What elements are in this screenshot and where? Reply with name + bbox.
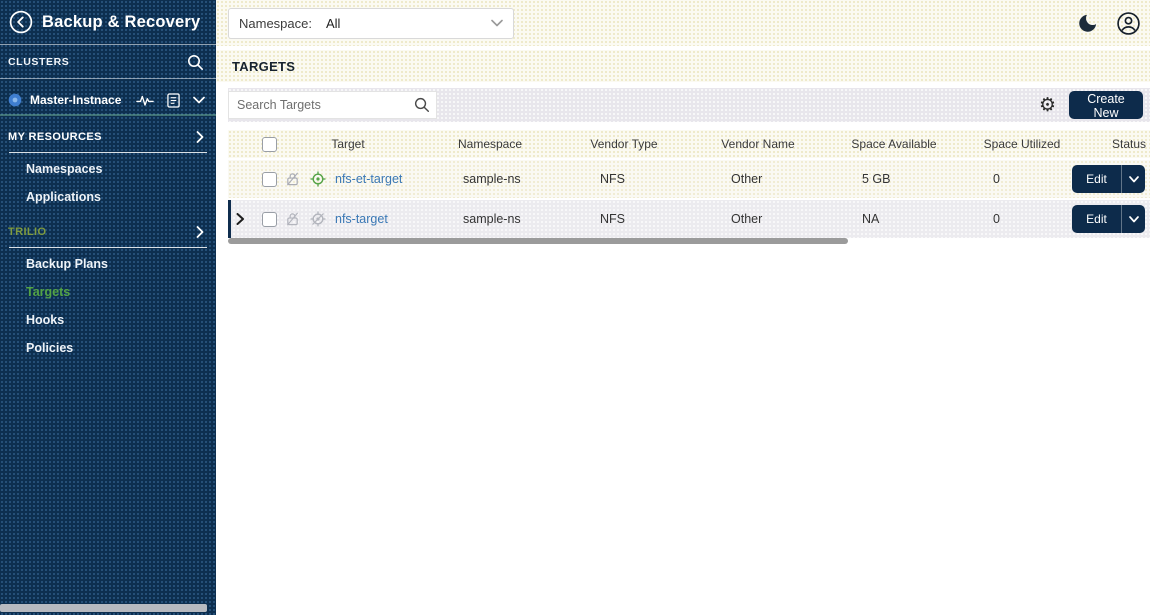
search-icon	[413, 96, 430, 113]
cell-space-available: 5 GB	[862, 172, 891, 186]
main-content: Namespace: All TARGETS	[216, 0, 1150, 615]
app-title: Backup & Recovery	[42, 13, 200, 32]
sidebar-item-backup-plans[interactable]: Backup Plans	[0, 250, 216, 278]
cell-namespace: sample-ns	[463, 172, 521, 186]
encryption-disabled-icon	[285, 171, 300, 187]
user-avatar-icon[interactable]	[1116, 11, 1141, 36]
chevron-down-icon[interactable]	[193, 96, 205, 104]
edit-button-label[interactable]: Edit	[1072, 172, 1121, 186]
column-header-vendor-type[interactable]: Vendor Type	[590, 137, 657, 151]
edit-split-button[interactable]: Edit	[1072, 205, 1145, 233]
table-toolbar: ⚙ Create New	[228, 88, 1150, 122]
cell-space-utilized: 0	[993, 172, 1000, 186]
settings-gear-icon[interactable]: ⚙	[1039, 96, 1056, 115]
row-checkbox[interactable]	[262, 172, 277, 187]
search-input[interactable]	[228, 91, 437, 119]
sidebar-header: Backup & Recovery	[0, 0, 216, 45]
cell-namespace: sample-ns	[463, 212, 521, 226]
column-header-namespace[interactable]: Namespace	[458, 137, 522, 151]
sidebar-horizontal-scrollbar[interactable]	[0, 604, 207, 612]
cluster-badge-icon	[8, 93, 22, 107]
row-checkbox[interactable]	[262, 212, 277, 227]
namespace-label: Namespace:	[239, 16, 312, 31]
table-horizontal-scrollbar[interactable]	[228, 238, 848, 244]
edit-dropdown-chevron-icon[interactable]	[1121, 165, 1145, 193]
cell-vendor-name: Other	[731, 212, 762, 226]
sidebar-item-hooks[interactable]: Hooks	[0, 306, 216, 334]
sidebar-item-namespaces[interactable]: Namespaces	[0, 155, 216, 183]
sidebar-section-trilio[interactable]: TRILIO	[0, 221, 216, 243]
cell-space-utilized: 0	[993, 212, 1000, 226]
cell-space-available: NA	[862, 212, 879, 226]
search-box	[228, 91, 437, 119]
table-header-row: Target Namespace Vendor Type Vendor Name…	[228, 130, 1150, 158]
app-window: Backup & Recovery CLUSTERS Master-Instna…	[0, 0, 1150, 615]
sidebar-item-policies[interactable]: Policies	[0, 334, 216, 362]
edit-split-button[interactable]: Edit	[1072, 165, 1145, 193]
column-header-space-available[interactable]: Space Available	[851, 137, 936, 151]
table-row: nfs-target sample-ns NFS Other NA 0 Edit	[228, 200, 1150, 238]
cell-vendor-type: NFS	[600, 172, 625, 186]
cell-vendor-type: NFS	[600, 212, 625, 226]
namespace-value: All	[326, 16, 340, 31]
divider	[9, 247, 207, 248]
spacer	[216, 122, 1150, 130]
column-header-space-utilized[interactable]: Space Utilized	[984, 137, 1061, 151]
select-all-checkbox[interactable]	[262, 137, 277, 152]
column-header-vendor-name[interactable]: Vendor Name	[721, 137, 794, 151]
back-icon[interactable]	[8, 9, 34, 35]
page-title: TARGETS	[232, 59, 295, 74]
target-name-link[interactable]: nfs-target	[335, 212, 388, 226]
sidebar-search-icon[interactable]	[186, 53, 204, 71]
cluster-row-master-instnace[interactable]: Master-Instnace	[0, 86, 216, 116]
clusters-section-header: CLUSTERS	[0, 45, 216, 79]
divider	[9, 152, 207, 153]
edit-button-label[interactable]: Edit	[1072, 212, 1121, 226]
expand-row-chevron-icon[interactable]	[236, 213, 245, 225]
namespace-select[interactable]: Namespace: All	[228, 8, 514, 39]
trilio-label: TRILIO	[8, 226, 46, 238]
page-header-band: TARGETS	[216, 50, 1150, 82]
browse-target-disabled-icon	[310, 211, 326, 227]
target-name-link[interactable]: nfs-et-target	[335, 172, 402, 186]
my-resources-label: MY RESOURCES	[8, 131, 102, 143]
sidebar-section-my-resources[interactable]: MY RESOURCES	[0, 126, 216, 148]
cluster-health-pulse-icon[interactable]	[136, 94, 154, 107]
chevron-right-icon	[196, 131, 204, 143]
top-bar: Namespace: All	[216, 0, 1150, 46]
cell-vendor-name: Other	[731, 172, 762, 186]
chevron-right-icon	[196, 226, 204, 238]
clusters-label: CLUSTERS	[8, 56, 69, 68]
sidebar-item-targets[interactable]: Targets	[0, 278, 216, 306]
column-header-status[interactable]: Status	[1112, 137, 1146, 151]
column-header-target[interactable]: Target	[331, 137, 364, 151]
sidebar-item-applications[interactable]: Applications	[0, 183, 216, 211]
targets-table: Target Namespace Vendor Type Vendor Name…	[228, 130, 1150, 244]
encryption-disabled-icon	[285, 211, 300, 227]
browse-target-enabled-icon[interactable]	[310, 171, 326, 187]
cluster-report-icon[interactable]	[167, 93, 180, 108]
cluster-name: Master-Instnace	[30, 93, 121, 107]
table-row: nfs-et-target sample-ns NFS Other 5 GB 0…	[228, 160, 1150, 198]
edit-dropdown-chevron-icon[interactable]	[1121, 205, 1145, 233]
chevron-down-icon	[491, 19, 503, 27]
create-new-button[interactable]: Create New	[1069, 91, 1143, 119]
dark-mode-toggle-moon-icon[interactable]	[1077, 12, 1099, 34]
sidebar: Backup & Recovery CLUSTERS Master-Instna…	[0, 0, 216, 615]
